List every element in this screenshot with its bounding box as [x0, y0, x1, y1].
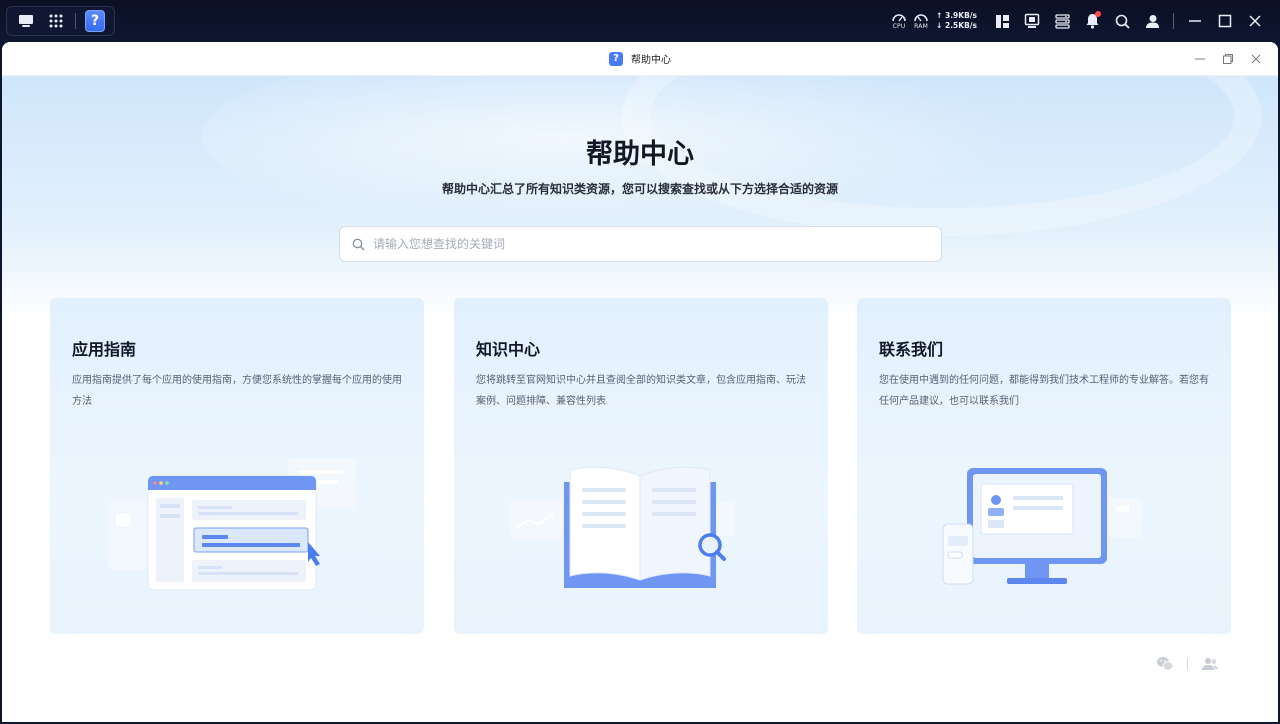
card-description: 应用指南提供了每个应用的使用指南，方便您系统性的掌握每个应用的使用方法 — [72, 375, 402, 407]
footer-icon-group — [1153, 652, 1222, 676]
task-manager-icon[interactable] — [1047, 0, 1077, 42]
notification-bell-icon[interactable] — [1077, 0, 1107, 42]
knowledge-center-illustration — [510, 466, 734, 588]
card-contact-us[interactable]: 联系我们 您在使用中遇到的任何问题，都能得到我们技术工程师的专业解答。若您有任何… — [857, 298, 1231, 634]
widgets-icon[interactable] — [987, 0, 1017, 42]
window-close-button[interactable] — [1244, 47, 1268, 71]
app-grid-icon[interactable] — [43, 8, 69, 34]
window-titlebar[interactable]: ? 帮助中心 — [2, 42, 1278, 76]
taskbar-divider — [75, 13, 76, 29]
card-knowledge-center[interactable]: 知识中心 您将跳转至官网知识中心并且查阅全部的知识类文章，包含应用指南、玩法案例… — [454, 298, 828, 634]
desktop-icon[interactable] — [13, 8, 39, 34]
search-icon[interactable] — [1107, 0, 1137, 42]
page-subtitle: 帮助中心汇总了所有知识类资源，您可以搜索查找或从下方选择合适的资源 — [441, 182, 838, 196]
app-guide-illustration — [108, 458, 356, 591]
card-description: 您将跳转至官网知识中心并且查阅全部的知识类文章，包含应用指南、玩法案例、问题排障… — [476, 375, 806, 407]
card-title: 联系我们 — [879, 340, 944, 359]
notification-badge — [1095, 11, 1101, 17]
help-app-glyph: ? — [85, 10, 105, 32]
card-title: 应用指南 — [72, 340, 137, 359]
help-app-icon: ? — [609, 51, 623, 66]
user-icon[interactable] — [1137, 0, 1167, 42]
minimize-icon[interactable] — [1180, 0, 1210, 42]
footer-divider — [1187, 658, 1188, 670]
window-controls — [1188, 42, 1268, 76]
ram-gauge-icon[interactable]: RAM — [910, 0, 932, 42]
monitor-icon[interactable] — [1017, 0, 1047, 42]
download-speed: ↓ 2.5KB/s — [936, 21, 977, 30]
maximize-icon[interactable] — [1210, 0, 1240, 42]
window-title: 帮助中心 — [631, 55, 671, 66]
help-center-content: 帮助中心 帮助中心汇总了所有知识类资源，您可以搜索查找或从下方选择合适的资源 应… — [2, 76, 1278, 722]
ram-label: RAM — [914, 23, 928, 30]
taskbar-launcher-group: ? — [6, 6, 115, 36]
card-description: 您在使用中遇到的任何问题，都能得到我们技术工程师的专业解答。若您有任何产品建议，… — [879, 375, 1209, 407]
search-input[interactable] — [373, 237, 941, 251]
contact-us-illustration — [942, 468, 1141, 585]
window-minimize-button[interactable] — [1188, 47, 1212, 71]
help-app-icon[interactable]: ? — [82, 8, 108, 34]
taskbar-status-area: CPU RAM ↑ 3.9KB/s ↓ 2.5KB/s — [888, 0, 1270, 42]
wechat-icon[interactable] — [1153, 652, 1177, 676]
upload-speed: ↑ 3.9KB/s — [936, 11, 977, 20]
community-icon[interactable] — [1198, 652, 1222, 676]
cpu-gauge-icon[interactable]: CPU — [888, 0, 910, 42]
taskbar-divider — [1173, 13, 1174, 29]
network-speed: ↑ 3.9KB/s ↓ 2.5KB/s — [936, 11, 977, 31]
search-icon — [352, 238, 365, 250]
page-title: 帮助中心 — [586, 139, 694, 170]
card-app-guide[interactable]: 应用指南 应用指南提供了每个应用的使用指南，方便您系统性的掌握每个应用的使用方法 — [50, 298, 424, 634]
card-title: 知识中心 — [476, 340, 541, 359]
close-icon[interactable] — [1240, 0, 1270, 42]
taskbar: ? CPU RAM ↑ 3.9KB/s ↓ 2.5KB/s — [0, 0, 1280, 42]
cpu-label: CPU — [892, 23, 906, 30]
window-restore-button[interactable] — [1216, 47, 1240, 71]
window-title-group: ? 帮助中心 — [609, 51, 671, 66]
search-box[interactable] — [339, 226, 942, 262]
help-center-window: ? 帮助中心 帮助中心 帮助中心汇总了所有知识类资源，您可以搜索查找或从下方选择… — [2, 42, 1278, 722]
